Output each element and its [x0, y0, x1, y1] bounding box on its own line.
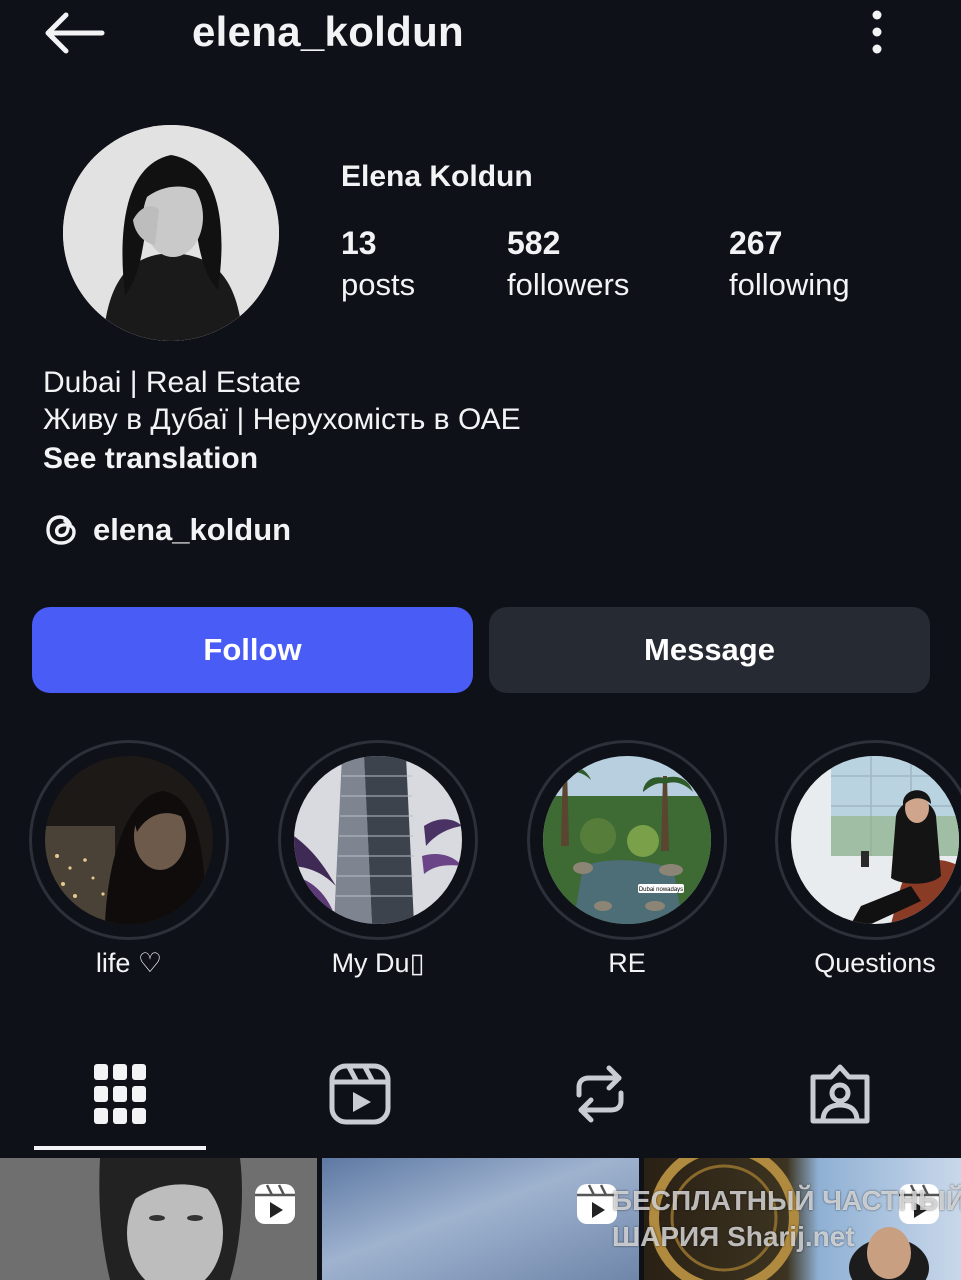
highlight-ring — [278, 740, 478, 940]
tab-posts-grid[interactable] — [34, 1040, 206, 1148]
threads-handle: elena_koldun — [93, 512, 292, 547]
followers-count-label: followers — [507, 267, 630, 302]
story-highlight[interactable]: Dubai nowadays RE — [527, 740, 727, 979]
followers-count[interactable]: 582 followers — [507, 222, 629, 306]
highlight-ring: Dubai nowadays — [527, 740, 727, 940]
tab-reposts[interactable] — [514, 1040, 686, 1148]
arrow-left-icon[interactable] — [40, 8, 110, 58]
story-highlight[interactable]: life ♡ — [29, 740, 229, 979]
display-name: Elena Koldun — [341, 160, 533, 193]
following-count[interactable]: 267 following — [729, 222, 850, 306]
tab-reels[interactable] — [274, 1040, 446, 1148]
watermark-line-2: ШАРИЯ Sharij.net — [612, 1221, 855, 1252]
watermark: БЕСПЛАТНЫЙ ЧАСТНЫЙ ШАРИЯ Sharij.net — [612, 1183, 961, 1255]
active-tab-indicator — [34, 1146, 206, 1150]
threads-icon — [46, 515, 76, 545]
story-highlight[interactable]: Questions — [775, 740, 961, 979]
reposts-icon — [576, 1065, 624, 1123]
posts-count-label: posts — [341, 267, 416, 302]
reels-icon — [329, 1063, 391, 1125]
highlight-ring — [29, 740, 229, 940]
top-bar: elena_koldun — [0, 0, 961, 70]
story-highlight[interactable]: My Du▯ — [278, 740, 478, 979]
reel-badge-icon — [255, 1184, 295, 1224]
bio-line-1: Dubai | Real Estate — [43, 366, 301, 399]
highlight-ring — [775, 740, 961, 940]
see-translation-link[interactable]: See translation — [43, 440, 521, 477]
profile-bio: Dubai | Real Estate Живу в Дубаї | Нерух… — [43, 364, 521, 477]
post-thumbnail[interactable] — [0, 1158, 317, 1280]
tab-tagged[interactable] — [754, 1040, 926, 1148]
following-count-label: following — [729, 267, 850, 302]
highlight-label: Questions — [814, 948, 936, 978]
profile-avatar[interactable] — [63, 125, 279, 341]
highlight-cover-caption: Dubai nowadays — [639, 887, 683, 893]
post-thumbnail[interactable] — [322, 1158, 639, 1280]
highlight-cover: Dubai nowadays — [543, 756, 711, 924]
bio-line-2: Живу в Дубаї | Нерухомість в ОАЕ — [43, 403, 521, 436]
profile-content-tabs — [0, 1040, 961, 1152]
highlight-cover — [294, 756, 462, 924]
tagged-icon — [810, 1064, 870, 1124]
watermark-line-1: БЕСПЛАТНЫЙ ЧАСТНЫЙ — [612, 1185, 961, 1216]
threads-profile-link[interactable]: elena_koldun — [43, 508, 291, 552]
highlight-label: life ♡ — [95, 948, 163, 978]
following-count-value: 267 — [729, 225, 783, 261]
message-button[interactable]: Message — [489, 607, 930, 693]
follow-button[interactable]: Follow — [32, 607, 473, 693]
profile-username-title: elena_koldun — [192, 8, 465, 55]
highlight-cover — [45, 756, 213, 924]
highlight-label: My Du▯ — [331, 948, 425, 978]
grid-icon — [94, 1064, 146, 1124]
posts-count-value: 13 — [341, 225, 377, 261]
posts-count[interactable]: 13 posts — [341, 222, 415, 306]
highlight-label: RE — [608, 948, 646, 978]
followers-count-value: 582 — [507, 225, 561, 261]
highlight-cover — [791, 756, 959, 924]
vertical-ellipsis-icon[interactable] — [862, 8, 892, 58]
